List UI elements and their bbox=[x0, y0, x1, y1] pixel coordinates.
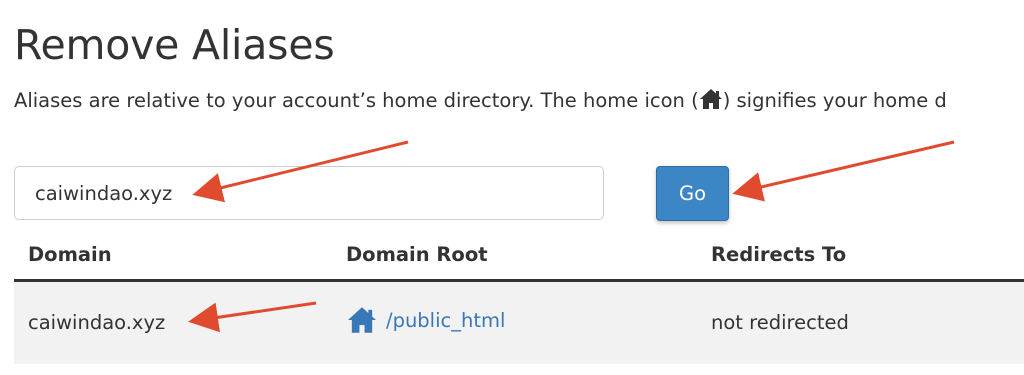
home-icon bbox=[699, 89, 722, 109]
aliases-table: Domain Domain Root Redirects To caiwinda… bbox=[14, 230, 1024, 364]
table-row: caiwindao.xyz /public_html not redirecte… bbox=[14, 280, 1024, 364]
cell-redirects-to: not redirected bbox=[697, 280, 1024, 364]
cell-domain: caiwindao.xyz bbox=[14, 280, 332, 364]
page-title: Remove Aliases bbox=[14, 21, 335, 69]
domain-root-label: /public_html bbox=[386, 308, 506, 332]
home-icon bbox=[348, 307, 376, 333]
description-text-end: ) signifies your home d bbox=[722, 89, 947, 112]
page-description: Aliases are relative to your account’s h… bbox=[14, 86, 947, 116]
arrow-icon bbox=[732, 140, 955, 202]
column-header-domain[interactable]: Domain bbox=[14, 230, 332, 282]
domain-search-input[interactable] bbox=[14, 166, 604, 220]
column-header-domain-root[interactable]: Domain Root bbox=[332, 230, 697, 282]
table-header-row: Domain Domain Root Redirects To bbox=[14, 230, 1024, 282]
cell-domain-root: /public_html bbox=[332, 280, 697, 364]
column-header-redirects-to[interactable]: Redirects To bbox=[697, 230, 1024, 282]
domain-root-link[interactable]: /public_html bbox=[346, 306, 505, 334]
remove-aliases-page: Remove Aliases Aliases are relative to y… bbox=[0, 0, 1024, 375]
description-text-start: Aliases are relative to your account’s h… bbox=[14, 89, 699, 112]
go-button[interactable]: Go bbox=[656, 166, 729, 221]
